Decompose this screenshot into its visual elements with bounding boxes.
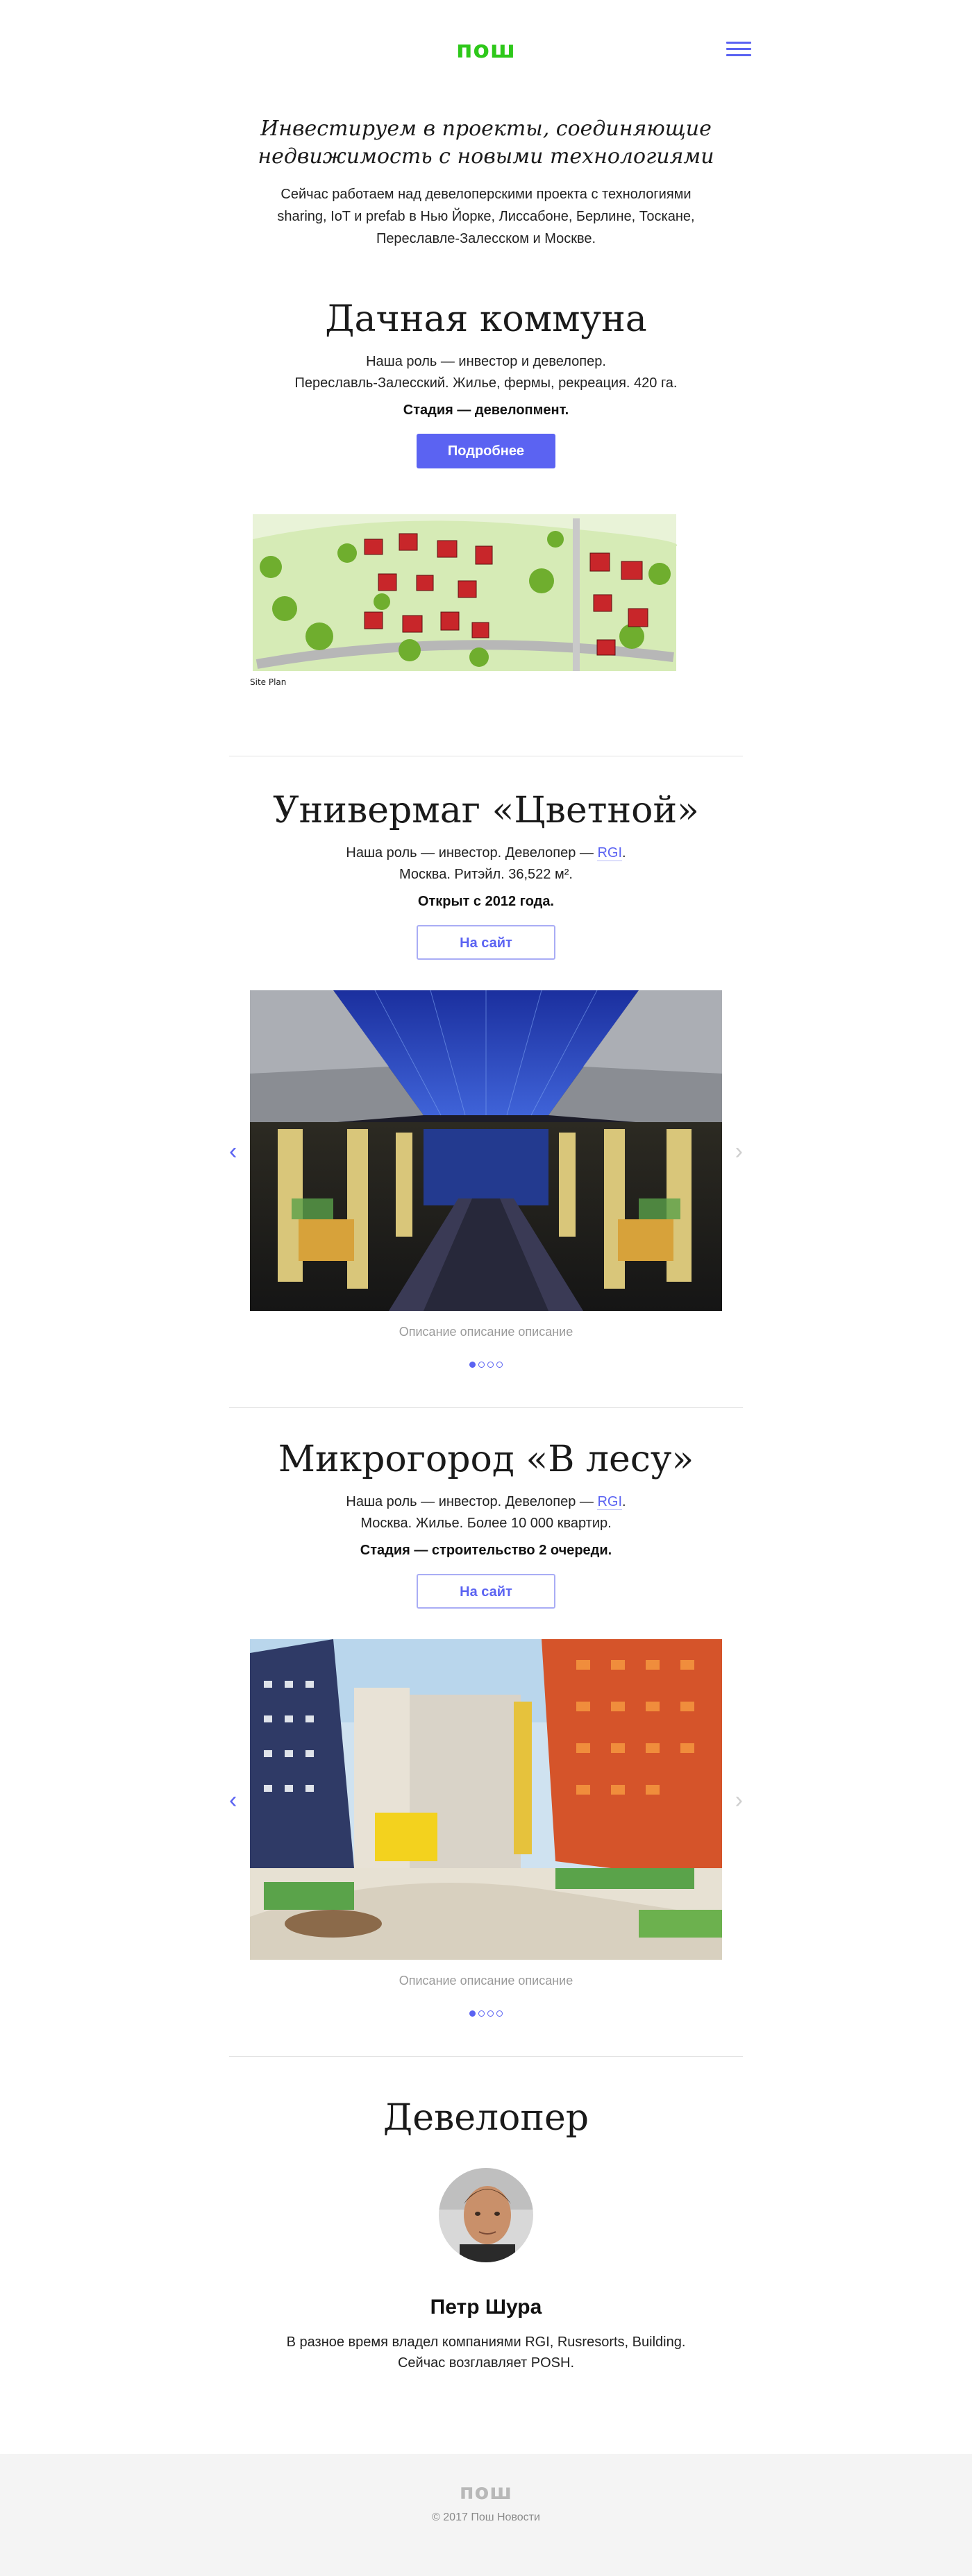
slider-dot[interactable] xyxy=(469,1362,476,1368)
slide-caption: Описание описание описание xyxy=(399,1325,573,1339)
footer-logo[interactable]: пош xyxy=(0,2480,972,2505)
site-header: пош xyxy=(0,0,972,104)
slider-dot[interactable] xyxy=(496,1362,503,1368)
slide-image-mall[interactable] xyxy=(250,990,722,1311)
intro-text: Сейчас работаем над девелоперскими проек… xyxy=(277,187,695,246)
slide-image-microcity[interactable] xyxy=(250,1639,722,1960)
slider-dot[interactable] xyxy=(487,2010,494,2017)
project-stage: Стадия — строительство 2 очереди. xyxy=(360,1543,612,1558)
slider-dot[interactable] xyxy=(487,1362,494,1368)
project-title: Микрогород «В лесу» xyxy=(278,1439,694,1480)
chevron-left-icon[interactable]: ‹ xyxy=(229,1139,237,1163)
slider-dot[interactable] xyxy=(478,2010,485,2017)
developer-link[interactable]: RGI xyxy=(597,1494,623,1510)
slider-dots xyxy=(229,2008,743,2020)
project-title: Универмаг «Цветной» xyxy=(273,790,699,831)
hamburger-icon[interactable] xyxy=(726,42,751,60)
project-dacha: Дачная коммуна Наша роль — инвестор и де… xyxy=(229,297,743,703)
divider xyxy=(229,2056,743,2057)
site-footer: пош © 2017 Пош Новости xyxy=(0,2454,972,2576)
page: пош Инвестируем в проекты, соединяющие н… xyxy=(0,0,972,2576)
intro-title: Инвестируем в проекты, соединяющие недви… xyxy=(258,117,714,169)
chevron-right-icon[interactable]: › xyxy=(735,1139,743,1163)
project-v-lesu: Микрогород «В лесу» Наша роль — инвестор… xyxy=(229,1437,743,2020)
chevron-right-icon[interactable]: › xyxy=(735,1788,743,1812)
visit-site-button[interactable]: На сайт xyxy=(417,925,555,960)
intro: Инвестируем в проекты, соединяющие недви… xyxy=(222,115,750,250)
slider-dot[interactable] xyxy=(496,2010,503,2017)
slider-dot[interactable] xyxy=(478,1362,485,1368)
avatar xyxy=(439,2168,533,2262)
project-description: Наша роль — инвестор и девелопер. Пересл… xyxy=(294,354,678,391)
developer-name: Петр Шура xyxy=(430,2296,542,2319)
image-slider: ‹ › Описание описание описание xyxy=(229,990,743,1371)
project-stage: Открыт с 2012 года. xyxy=(417,894,555,909)
project-title: Дачная коммуна xyxy=(325,298,647,340)
project-description: Наша роль — инвестор. Девелопер — RGI. М… xyxy=(346,845,626,882)
site-plan-image: Site Plan xyxy=(243,498,729,703)
slide-caption: Описание описание описание xyxy=(399,1974,573,1988)
developer-link[interactable]: RGI xyxy=(597,845,623,861)
slider-dots xyxy=(229,1359,743,1371)
project-description: Наша роль — инвестор. Девелопер — RGI. М… xyxy=(346,1494,626,1531)
developer-section: Девелопер Петр Шура В разное время владе… xyxy=(229,2096,743,2373)
divider xyxy=(229,1407,743,1408)
visit-site-button[interactable]: На сайт xyxy=(417,1574,555,1609)
more-button[interactable]: Подробнее xyxy=(417,434,555,468)
section-title: Девелопер xyxy=(383,2097,589,2139)
chevron-left-icon[interactable]: ‹ xyxy=(229,1788,237,1812)
project-stage: Стадия — девелопмент. xyxy=(403,402,569,418)
project-tsvetnoy: Универмаг «Цветной» Наша роль — инвестор… xyxy=(229,788,743,1371)
copyright: © 2017 Пош Новости xyxy=(432,2511,540,2523)
slider-dot[interactable] xyxy=(469,2010,476,2017)
developer-bio: В разное время владел компаниями RGI, Ru… xyxy=(286,2334,686,2371)
site-logo[interactable]: пош xyxy=(0,36,972,64)
image-slider: ‹ › Описание описание описание xyxy=(229,1639,743,2020)
site-plan-label: Site Plan xyxy=(250,677,286,687)
